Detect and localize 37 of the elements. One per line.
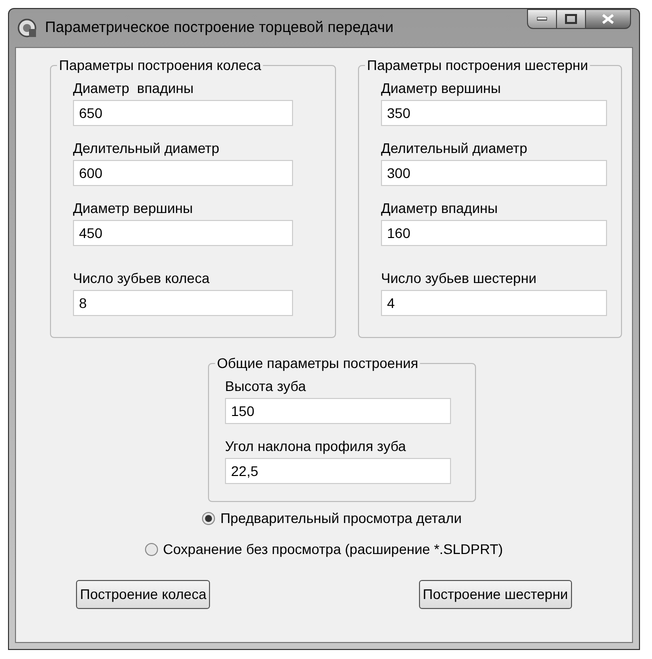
input-field[interactable]: 600: [73, 160, 293, 186]
field-label: Угол наклона профиля зуба: [225, 438, 407, 455]
field-label: Число зубьев колеса: [73, 270, 210, 287]
input-field[interactable]: 22,5: [225, 458, 451, 484]
field-label: Диаметр впадины: [381, 200, 499, 217]
radio-option[interactable]: Сохранение без просмотра (расширение *.SLDPRT): [145, 539, 503, 560]
input-field[interactable]: 150: [225, 398, 451, 424]
field-label: Диаметр вершины: [381, 80, 502, 97]
close-icon: [602, 14, 614, 24]
field-label: Диаметр впадины: [73, 80, 195, 97]
input-field[interactable]: 450: [73, 220, 293, 246]
input-field[interactable]: 350: [381, 100, 607, 126]
minimize-button[interactable]: [527, 9, 557, 29]
group-title: Параметры построения колеса: [57, 57, 264, 73]
radio-button[interactable]: [145, 543, 158, 556]
input-field[interactable]: 650: [73, 100, 293, 126]
input-field[interactable]: 4: [381, 290, 607, 316]
action-button[interactable]: Построение колеса: [76, 580, 210, 609]
minimize-icon: [537, 17, 547, 21]
radio-button[interactable]: [202, 512, 216, 525]
window-title: Параметрическое построение торцевой передачи: [45, 18, 394, 38]
input-field[interactable]: 8: [73, 290, 293, 316]
field-label: Делительный диаметр: [381, 140, 528, 157]
field-label: Диаметр вершины: [73, 200, 194, 217]
maximize-button[interactable]: [557, 9, 585, 29]
app-icon: [17, 18, 37, 38]
field-label: Число зубьев шестерни: [381, 270, 538, 287]
field-label: Делительный диаметр: [73, 140, 220, 157]
action-button[interactable]: Построение шестерни: [418, 580, 572, 609]
group-title: Общие параметры построения: [215, 355, 420, 371]
close-button[interactable]: [585, 9, 631, 29]
input-field[interactable]: 160: [381, 220, 607, 246]
radio-option[interactable]: Предварительный просмотра детали: [202, 508, 462, 529]
field-label: Высота зуба: [225, 378, 307, 395]
input-field[interactable]: 300: [381, 160, 607, 186]
maximize-icon: [565, 14, 577, 24]
group-title: Параметры построения шестерни: [365, 57, 590, 73]
